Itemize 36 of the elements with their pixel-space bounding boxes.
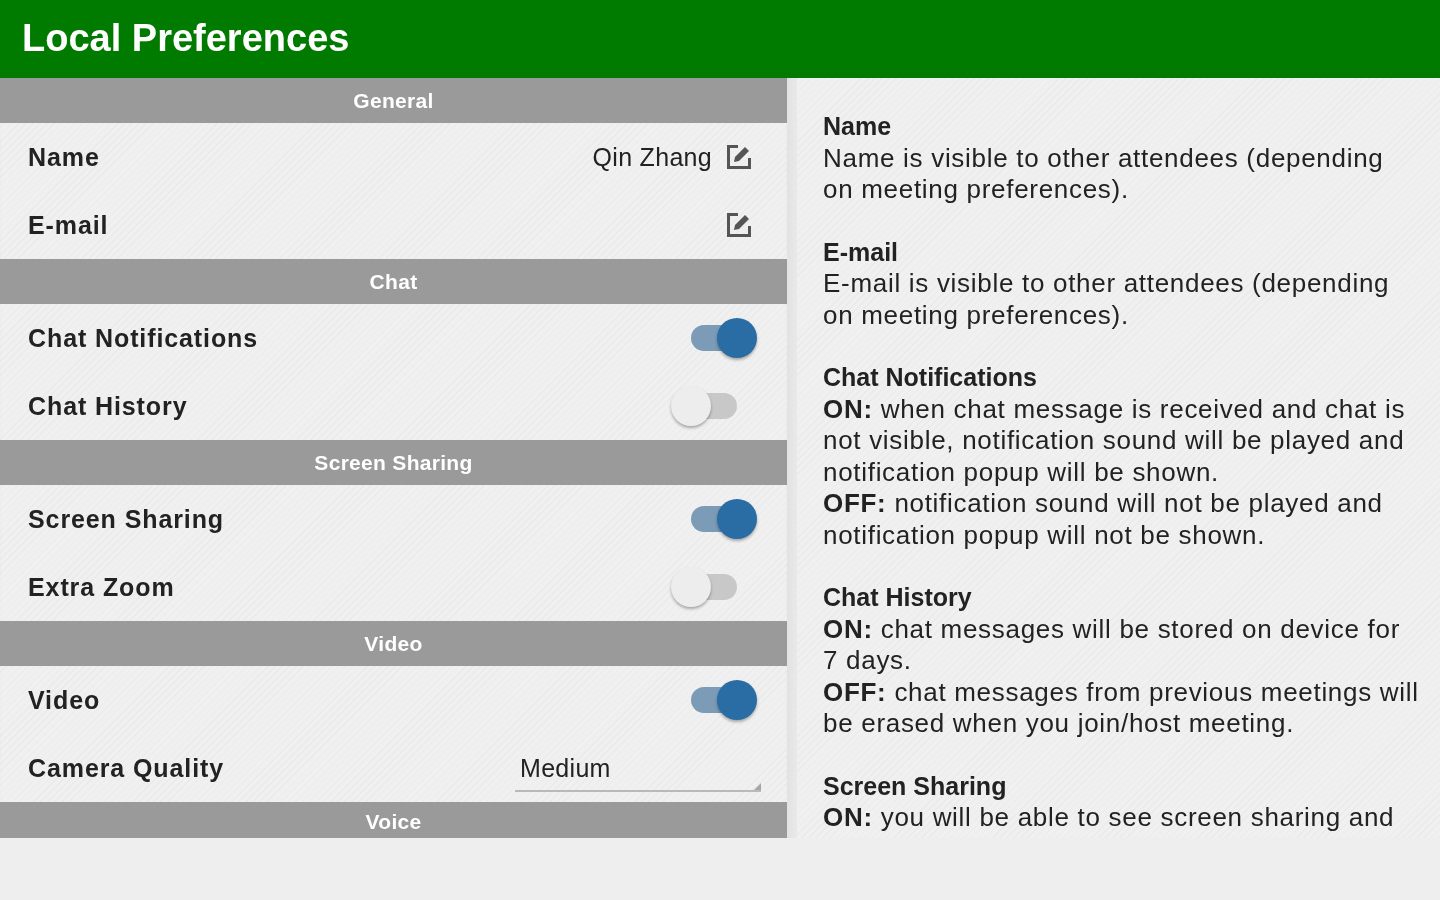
section-title: General bbox=[353, 88, 434, 113]
setting-label: Chat Notifications bbox=[28, 323, 259, 353]
setting-label: Extra Zoom bbox=[28, 572, 175, 602]
dropdown-field[interactable]: Medium bbox=[515, 748, 761, 792]
toggle-switch[interactable] bbox=[691, 679, 757, 721]
help-text: OFF: notification sound will not be played and notification popup will not be shown. bbox=[823, 488, 1384, 551]
section-title: Chat bbox=[369, 269, 418, 294]
toggle-switch[interactable] bbox=[691, 498, 757, 540]
edit-icon[interactable] bbox=[725, 143, 753, 171]
help-heading: E-mail bbox=[823, 236, 900, 268]
section-title: Video bbox=[364, 631, 423, 656]
setting-label: Video bbox=[28, 685, 101, 715]
dropdown-corner-icon bbox=[754, 783, 761, 790]
page-title: Local Preferences bbox=[22, 18, 350, 60]
help-text: E-mail is visible to other attendees (depending on meeting preferences). bbox=[823, 268, 1391, 331]
section-title: Voice bbox=[365, 810, 422, 834]
toggle-switch[interactable] bbox=[671, 385, 737, 427]
toggle-switch[interactable] bbox=[691, 317, 757, 359]
help-heading: Chat History bbox=[823, 582, 973, 613]
help-text: ON: when chat message is received and chat is not visible, notification sound will be played and notification popup will be shown. bbox=[823, 393, 1407, 488]
toggle-switch[interactable] bbox=[671, 566, 737, 608]
setting-label: Name bbox=[28, 142, 100, 172]
help-text: ON: chat messages will be stored on device for 7 days. bbox=[823, 613, 1401, 677]
section-title: Screen Sharing bbox=[314, 450, 473, 475]
help-heading: Screen Sharing bbox=[823, 770, 1008, 802]
help-text: Name is visible to other attendees (depending on meeting preferences). bbox=[823, 142, 1385, 206]
setting-label: E-mail bbox=[28, 210, 109, 240]
setting-label: Chat History bbox=[28, 391, 188, 421]
setting-value: Qin Zhang bbox=[592, 142, 712, 172]
edit-icon[interactable] bbox=[725, 211, 753, 239]
help-heading: Chat Notifications bbox=[823, 362, 1038, 393]
setting-label: Camera Quality bbox=[28, 753, 224, 783]
setting-label: Screen Sharing bbox=[28, 504, 224, 534]
help-heading: Name bbox=[823, 111, 893, 142]
help-text: OFF: chat messages from previous meetings will be erased when you join/host meeting. bbox=[823, 676, 1420, 740]
help-text: ON: you will be able to see screen sharing and bbox=[823, 802, 1396, 834]
